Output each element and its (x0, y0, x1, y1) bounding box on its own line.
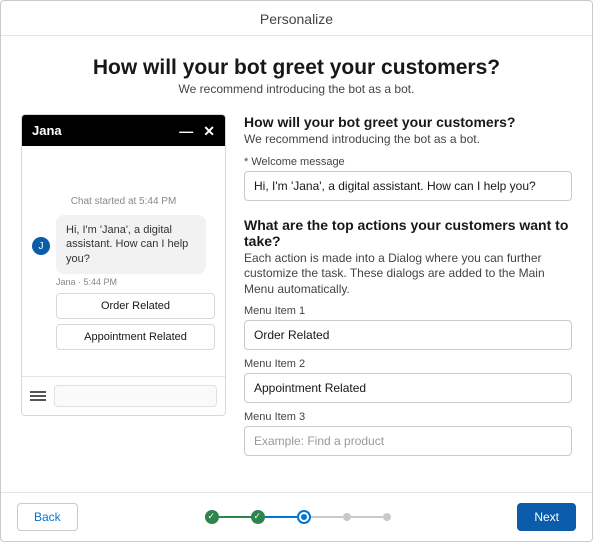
chat-bot-name: Jana (32, 123, 62, 138)
chat-meta: Jana · 5:44 PM (56, 277, 215, 287)
minimize-icon: — (179, 124, 193, 138)
menu-item-1-label: Menu Item 1 (244, 305, 572, 317)
chat-preview: Jana — ✕ Chat started at 5:44 PM J Hi, I… (21, 114, 226, 416)
menu-item-3-label: Menu Item 3 (244, 411, 572, 423)
chat-preview-body: Chat started at 5:44 PM J Hi, I'm 'Jana'… (22, 146, 225, 376)
close-icon: ✕ (203, 124, 215, 138)
step-line (351, 516, 383, 518)
step-4-future (343, 513, 351, 521)
actions-title: What are the top actions your customers … (244, 217, 572, 249)
step-line (219, 516, 251, 518)
next-button[interactable]: Next (517, 503, 576, 531)
hero-title: How will your bot greet your customers? (21, 56, 572, 80)
step-2-done (251, 510, 265, 524)
chat-input-row (22, 376, 225, 415)
chat-preview-header: Jana — ✕ (22, 115, 225, 146)
bot-avatar: J (32, 237, 50, 255)
welcome-message-input[interactable] (244, 171, 572, 201)
chat-bubble: Hi, I'm 'Jana', a digital assistant. How… (56, 215, 206, 274)
step-line (311, 516, 343, 518)
chat-started-label: Chat started at 5:44 PM (32, 196, 215, 207)
step-3-current (297, 510, 311, 524)
preview-menu-item-2: Appointment Related (56, 324, 215, 350)
back-button[interactable]: Back (17, 503, 78, 531)
wizard-footer: Back Next (1, 492, 592, 541)
step-1-done (205, 510, 219, 524)
menu-item-3-input[interactable] (244, 426, 572, 456)
hero: How will your bot greet your customers? … (21, 56, 572, 96)
wizard-window: Personalize How will your bot greet your… (0, 0, 593, 542)
menu-icon (30, 391, 46, 401)
chat-input-placeholder (54, 385, 217, 407)
menu-item-1-input[interactable] (244, 320, 572, 350)
hero-subtitle: We recommend introducing the bot as a bo… (21, 82, 572, 96)
menu-item-2-input[interactable] (244, 373, 572, 403)
window-title: Personalize (1, 1, 592, 36)
menu-item-2-label: Menu Item 2 (244, 358, 572, 370)
preview-menu-item-1: Order Related (56, 293, 215, 319)
greeting-title: How will your bot greet your customers? (244, 114, 572, 130)
step-line (265, 516, 297, 518)
greeting-subtitle: We recommend introducing the bot as a bo… (244, 132, 572, 148)
form-panel: How will your bot greet your customers? … (244, 114, 572, 456)
progress-stepper (205, 510, 391, 524)
main-content: How will your bot greet your customers? … (1, 36, 592, 492)
actions-subtitle: Each action is made into a Dialog where … (244, 251, 572, 298)
welcome-message-label: Welcome message (244, 156, 572, 168)
step-5-future (383, 513, 391, 521)
